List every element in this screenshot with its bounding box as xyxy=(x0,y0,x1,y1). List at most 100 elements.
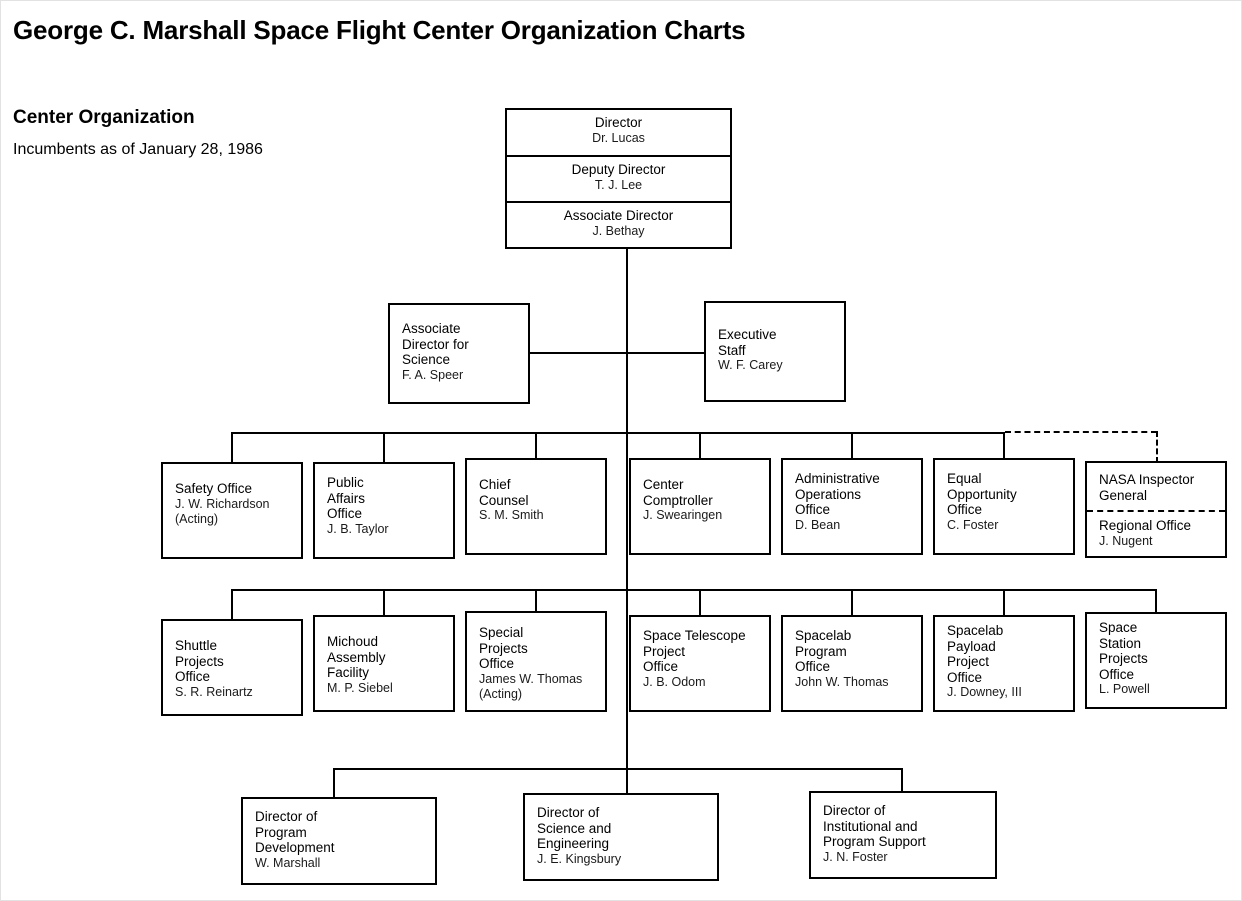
node-deputy-director-segment: Deputy Director T. J. Lee xyxy=(507,155,730,201)
node-michoud-assembly-facility-line2: Assembly xyxy=(327,649,386,665)
node-spacelab-payload-project-office-line1: Spacelab xyxy=(947,623,1004,638)
node-nasa-inspector-general-segment: NASA Inspector General xyxy=(1087,463,1225,510)
node-spacelab-payload-project-office-line4: Office xyxy=(947,669,983,685)
node-executive-staff[interactable]: Executive Staff W. F. Carey xyxy=(704,301,846,402)
node-administrative-operations-office-line1: Administrative xyxy=(795,471,880,486)
node-nasa-inspector-general[interactable]: NASA Inspector General Regional Office J… xyxy=(1085,461,1227,558)
node-space-station-projects-office-line4: Office xyxy=(1099,666,1135,682)
node-equal-opportunity-office-name: C. Foster xyxy=(947,517,999,532)
connector-inspector-general-dashed-vertical xyxy=(1156,431,1158,463)
node-executive-staff-name: W. F. Carey xyxy=(718,358,783,372)
node-director-of-science-and-engineering[interactable]: Director of Science and Engineering J. E… xyxy=(523,793,719,881)
node-michoud-assembly-facility-line1: Michoud xyxy=(327,634,379,649)
node-director-of-program-development-line3: Development xyxy=(255,840,335,855)
node-associate-director-for-science-name: F. A. Speer xyxy=(402,367,464,382)
connector-inspector-general-dashed-horizontal xyxy=(1005,431,1157,433)
node-director-name: Dr. Lucas xyxy=(592,130,645,145)
node-shuttle-projects-office-line3: Office xyxy=(175,669,211,684)
node-director-title: Director xyxy=(594,115,643,130)
node-spacelab-payload-project-office-line3: Project xyxy=(947,654,990,669)
node-spacelab-program-office-line3: Office xyxy=(795,659,831,674)
connector-level2-bus xyxy=(231,432,1005,434)
node-administrative-operations-office-line2: Operations xyxy=(795,486,862,502)
node-equal-opportunity-office-line2: Opportunity xyxy=(947,486,1017,502)
node-nasa-inspector-general-line1: NASA Inspector xyxy=(1099,472,1195,487)
node-shuttle-projects-office-name: S. R. Reinartz xyxy=(175,684,253,699)
node-regional-office-name: J. Nugent xyxy=(1099,533,1153,548)
node-shuttle-projects-office-line1: Shuttle xyxy=(175,638,218,653)
node-associate-director-for-science-line2: Director for xyxy=(402,336,469,352)
node-space-telescope-project-office[interactable]: Space Telescope Project Office J. B. Odo… xyxy=(629,615,771,712)
node-equal-opportunity-office[interactable]: Equal Opportunity Office C. Foster xyxy=(933,458,1075,555)
node-director-of-science-and-engineering-name: J. E. Kingsbury xyxy=(537,851,622,866)
node-michoud-assembly-facility-name: M. P. Siebel xyxy=(327,680,393,695)
node-michoud-assembly-facility[interactable]: Michoud Assembly Facility M. P. Siebel xyxy=(313,615,455,712)
node-nasa-inspector-general-line2: General xyxy=(1099,487,1148,503)
node-administrative-operations-office[interactable]: Administrative Operations Office D. Bean xyxy=(781,458,923,555)
node-public-affairs-office-name: J. B. Taylor xyxy=(327,521,389,536)
node-shuttle-projects-office[interactable]: Shuttle Projects Office S. R. Reinartz xyxy=(161,619,303,716)
node-regional-office-line1: Regional Office xyxy=(1099,518,1192,533)
connector-level2-stub-2 xyxy=(383,432,385,463)
node-director-of-institutional-and-program-support-line2: Institutional and xyxy=(823,818,918,834)
node-safety-office-name: J. W. Richardson xyxy=(175,496,270,511)
node-public-affairs-office[interactable]: Public Affairs Office J. B. Taylor xyxy=(313,462,455,559)
node-director-of-institutional-and-program-support[interactable]: Director of Institutional and Program Su… xyxy=(809,791,997,879)
node-director-of-institutional-and-program-support-name: J. N. Foster xyxy=(823,849,888,864)
node-associate-director-title: Associate Director xyxy=(563,208,674,223)
connector-level1-bus xyxy=(530,352,706,354)
node-director-of-institutional-and-program-support-line1: Director of xyxy=(823,803,886,818)
node-director[interactable]: Director Dr. Lucas Deputy Director T. J.… xyxy=(505,108,732,249)
node-public-affairs-office-line1: Public xyxy=(327,475,364,490)
node-director-of-program-development-line2: Program xyxy=(255,824,307,840)
node-shuttle-projects-office-line2: Projects xyxy=(175,653,224,669)
node-center-comptroller[interactable]: Center Comptroller J. Swearingen xyxy=(629,458,771,555)
node-executive-staff-line2: Staff xyxy=(718,342,746,358)
node-safety-office[interactable]: Safety Office J. W. Richardson (Acting) xyxy=(161,462,303,559)
node-space-telescope-project-office-line2: Project xyxy=(643,643,686,659)
node-center-comptroller-line2: Comptroller xyxy=(643,492,713,508)
node-spacelab-payload-project-office-line2: Payload xyxy=(947,638,996,654)
node-safety-office-line1: Safety Office xyxy=(175,481,253,496)
node-director-of-science-and-engineering-line1: Director of xyxy=(537,805,600,820)
node-space-telescope-project-office-line3: Office xyxy=(643,659,679,674)
connector-level3-stub-1 xyxy=(231,589,233,620)
node-special-projects-office-line1: Special xyxy=(479,625,524,640)
node-special-projects-office-line2: Projects xyxy=(479,640,528,656)
node-center-comptroller-name: J. Swearingen xyxy=(643,508,723,522)
node-associate-director-segment: Associate Director J. Bethay xyxy=(507,201,730,247)
node-spacelab-program-office[interactable]: Spacelab Program Office John W. Thomas xyxy=(781,615,923,712)
node-special-projects-office[interactable]: Special Projects Office James W. Thomas … xyxy=(465,611,607,712)
node-associate-director-for-science[interactable]: Associate Director for Science F. A. Spe… xyxy=(388,303,530,404)
node-special-projects-office-name: James W. Thomas xyxy=(479,671,583,686)
node-michoud-assembly-facility-line3: Facility xyxy=(327,665,370,680)
page-title: George C. Marshall Space Flight Center O… xyxy=(13,15,746,45)
node-equal-opportunity-office-line1: Equal xyxy=(947,471,982,486)
connector-main-spine xyxy=(626,248,628,770)
node-regional-office-segment: Regional Office J. Nugent xyxy=(1087,510,1225,556)
connector-level4-stub-1 xyxy=(333,768,335,798)
node-associate-director-for-science-line1: Associate xyxy=(402,321,461,336)
node-director-of-program-development[interactable]: Director of Program Development W. Marsh… xyxy=(241,797,437,885)
node-public-affairs-office-line2: Affairs xyxy=(327,490,366,506)
node-associate-director-name: J. Bethay xyxy=(592,223,645,238)
node-space-telescope-project-office-line1: Space Telescope xyxy=(643,628,746,643)
node-deputy-director-title: Deputy Director xyxy=(571,162,666,177)
node-chief-counsel-name: S. M. Smith xyxy=(479,508,544,522)
node-space-telescope-project-office-name: J. B. Odom xyxy=(643,674,706,689)
node-spacelab-program-office-line2: Program xyxy=(795,643,847,659)
node-spacelab-payload-project-office[interactable]: Spacelab Payload Project Office J. Downe… xyxy=(933,615,1075,712)
section-title: Center Organization xyxy=(13,107,195,128)
node-spacelab-program-office-line1: Spacelab xyxy=(795,628,852,643)
node-spacelab-program-office-name: John W. Thomas xyxy=(795,674,889,689)
node-space-station-projects-office[interactable]: Space Station Projects Office L. Powell xyxy=(1085,612,1227,709)
node-center-comptroller-line1: Center xyxy=(643,477,684,492)
node-space-station-projects-office-line2: Station xyxy=(1099,635,1142,651)
node-chief-counsel[interactable]: Chief Counsel S. M. Smith xyxy=(465,458,607,555)
node-space-station-projects-office-line3: Projects xyxy=(1099,651,1148,666)
connector-level4-bus xyxy=(333,768,903,770)
node-space-station-projects-office-line1: Space xyxy=(1099,620,1138,635)
node-spacelab-payload-project-office-name: J. Downey, III xyxy=(947,685,1022,699)
node-public-affairs-office-line3: Office xyxy=(327,506,363,521)
node-director-segment-director: Director Dr. Lucas xyxy=(507,110,730,155)
